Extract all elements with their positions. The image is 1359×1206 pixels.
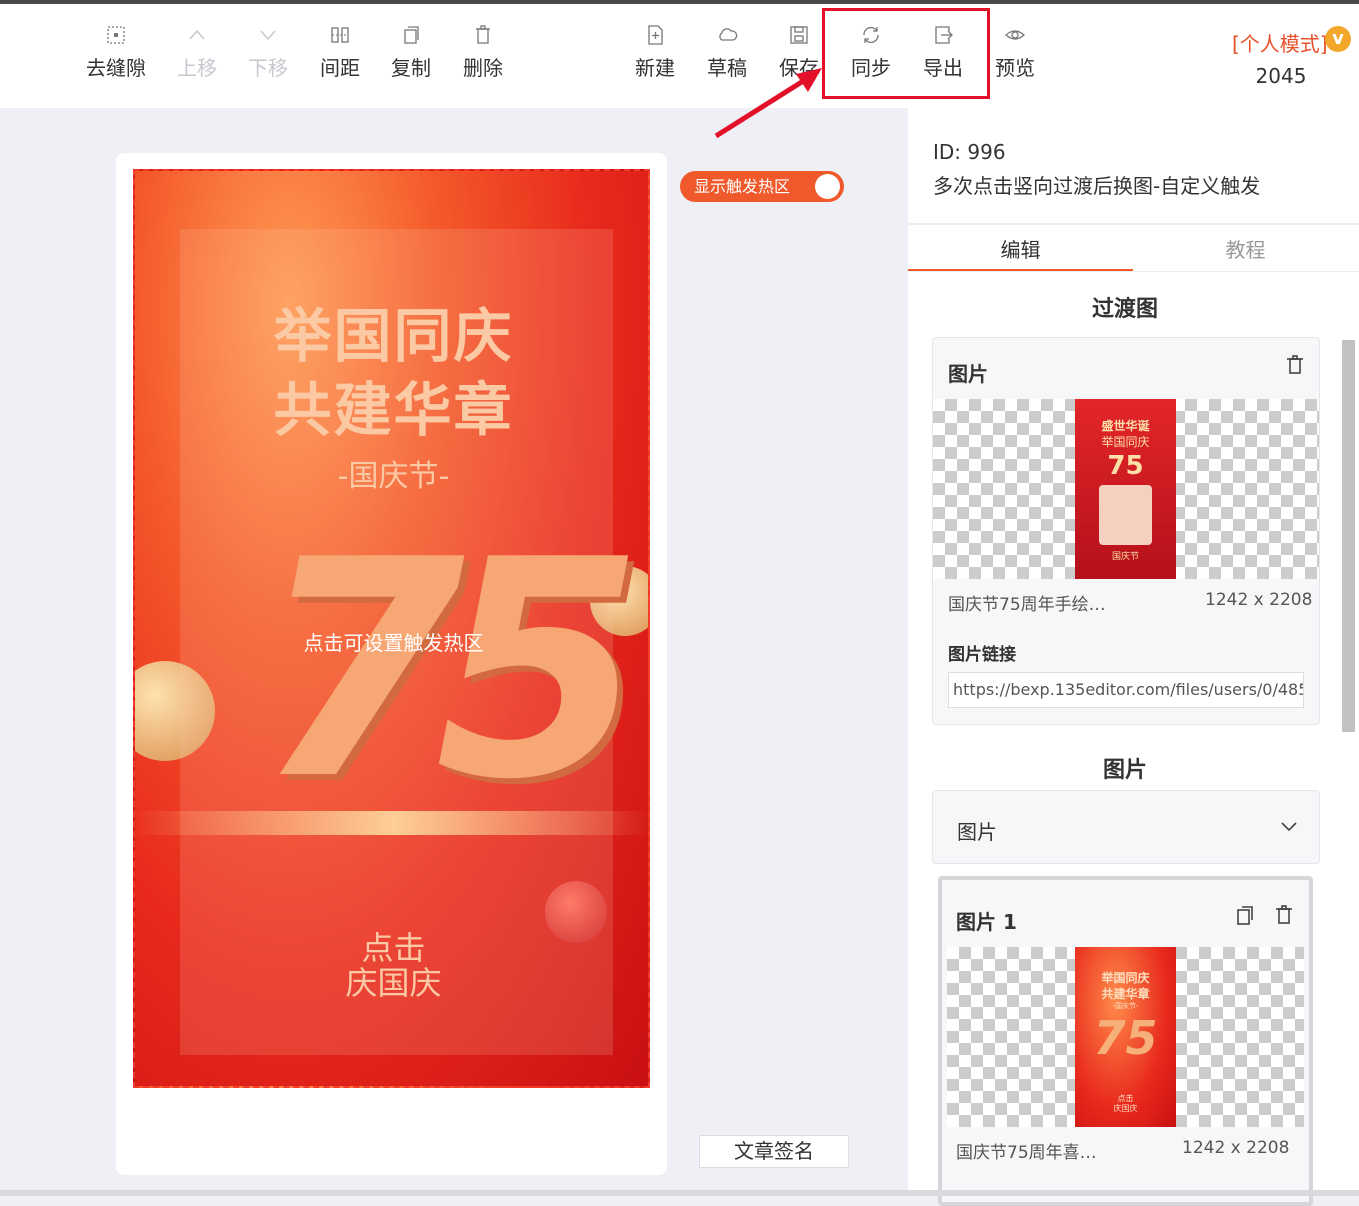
show-hotspot-label: 显示触发热区 (694, 177, 791, 196)
transition-file-name: 国庆节75周年手绘… (948, 595, 1106, 615)
spacing-label: 间距 (320, 56, 360, 80)
transition-section-title: 过渡图 (1091, 297, 1158, 322)
right-panel: ID: 996 多次点击竖向过渡后换图-自定义触发 编辑 教程 过渡图 图片 盛… (908, 108, 1359, 1206)
image-item-file-dims: 1242 x 2208 (1182, 1138, 1290, 1158)
new-file-icon (644, 24, 666, 46)
show-hotspot-toggle[interactable]: 显示触发热区 (680, 171, 844, 202)
trash-icon (472, 24, 494, 46)
delete-label: 删除 (463, 56, 503, 80)
tab-divider (908, 271, 1359, 272)
image-item-thumbnail: 举国同庆 共建华章 -国庆节- 75 点击 庆国庆 (1075, 947, 1176, 1127)
poster-subtitle: -国庆节- (337, 459, 450, 494)
image-link-input[interactable]: https://bexp.135editor.com/files/users/0… (948, 672, 1304, 708)
thumb-number: 75 (1107, 451, 1144, 481)
copy-button[interactable]: 复制 (375, 24, 447, 81)
spacing-icon (329, 24, 351, 46)
image-link-label: 图片链接 (948, 645, 1016, 665)
panel-divider (908, 223, 1359, 225)
vip-badge: v (1325, 26, 1351, 52)
annotation-arrow (714, 68, 822, 139)
copy-icon[interactable] (1234, 904, 1256, 930)
word-count: 2045 (1255, 64, 1307, 88)
image-item-head: 图片 1 (956, 910, 1017, 934)
remove-gap-label: 去缝隙 (86, 56, 146, 80)
thumb-line2: 举国同庆 (1101, 435, 1150, 449)
grid-icon (105, 24, 127, 46)
thumb2-sub: -国庆节- (1112, 1002, 1139, 1010)
transition-thumbnail: 盛世华诞 举国同庆 75 国庆节 (1075, 399, 1176, 579)
thumb2-number: 75 (1093, 1011, 1158, 1065)
image-dropdown[interactable]: 图片 (932, 790, 1320, 864)
trash-icon[interactable] (1273, 904, 1295, 930)
thumb2-footer2: 庆国庆 (1113, 1104, 1138, 1113)
poster-title-line1: 举国同庆 (273, 302, 514, 370)
poster-light-streak (135, 811, 648, 835)
transition-image-card: 图片 盛世华诞 举国同庆 75 国庆节 国庆节75周年手绘… 1242 x 22… (932, 337, 1320, 725)
cloud-icon (716, 24, 738, 46)
remove-gap-button[interactable]: 去缝隙 (80, 24, 152, 81)
highlight-box (822, 8, 990, 99)
image-section-title: 图片 (1102, 758, 1147, 783)
hotspot-hint: 点击可设置触发热区 (303, 631, 484, 655)
spacing-button[interactable]: 间距 (304, 24, 376, 81)
panel-scrollbar[interactable] (1342, 340, 1355, 732)
image-item-card: 图片 1 举国同庆 共建华章 -国庆节- 75 点击 庆国庆 国庆节75周年喜…… (938, 876, 1313, 1206)
move-up-label: 上移 (177, 56, 217, 80)
move-down-label: 下移 (248, 56, 288, 80)
tab-edit[interactable]: 编辑 (908, 234, 1133, 263)
chevron-down-icon (1278, 815, 1300, 841)
delete-button[interactable]: 删除 (447, 24, 519, 81)
thumb-cake (1099, 485, 1152, 545)
move-down-button[interactable]: 下移 (232, 24, 304, 81)
preview-label: 预览 (995, 56, 1035, 80)
toolbar: 去缝隙 上移 下移 间距 复制 删除 新建 草稿 保存 同步 导出 预览 [个人… (0, 4, 1359, 108)
thumb2-line2: 共建华章 (1101, 987, 1150, 1001)
template-id: ID: 996 (933, 140, 1006, 164)
transition-file-dims: 1242 x 2208 (1205, 590, 1313, 610)
copy-label: 复制 (391, 56, 431, 80)
image-item-file-name: 国庆节75周年喜… (956, 1143, 1097, 1163)
image-dropdown-label: 图片 (957, 820, 997, 844)
new-label: 新建 (635, 56, 675, 80)
poster-title-line2: 共建华章 (273, 376, 514, 444)
bottom-bar (0, 1190, 1359, 1196)
eye-icon (1004, 24, 1026, 46)
poster-bottom-line2: 庆国庆 (345, 964, 442, 1002)
personal-mode-link[interactable]: [个人模式] (1232, 28, 1328, 57)
thumb-footer: 国庆节 (1111, 552, 1139, 562)
trash-icon[interactable] (1284, 354, 1306, 380)
thumb2-line1: 举国同庆 (1101, 971, 1150, 985)
chevron-down-icon (257, 24, 279, 46)
transition-card-head: 图片 (948, 362, 988, 386)
save-icon (788, 24, 810, 46)
toggle-knob (815, 174, 840, 199)
thumb-line1: 盛世华诞 (1101, 419, 1150, 433)
move-up-button[interactable]: 上移 (161, 24, 233, 81)
poster-canvas[interactable]: 举国同庆 共建华章 -国庆节- 75 点击可设置触发热区 点击 庆国庆 (133, 169, 650, 1088)
tab-tutorial[interactable]: 教程 (1133, 234, 1358, 263)
copy-icon (400, 24, 422, 46)
poster-number: 75 (256, 496, 643, 845)
template-title: 多次点击竖向过渡后换图-自定义触发 (933, 174, 1261, 198)
new-button[interactable]: 新建 (619, 24, 691, 81)
article-signature-button[interactable]: 文章签名 (699, 1135, 849, 1168)
chevron-up-icon (186, 24, 208, 46)
